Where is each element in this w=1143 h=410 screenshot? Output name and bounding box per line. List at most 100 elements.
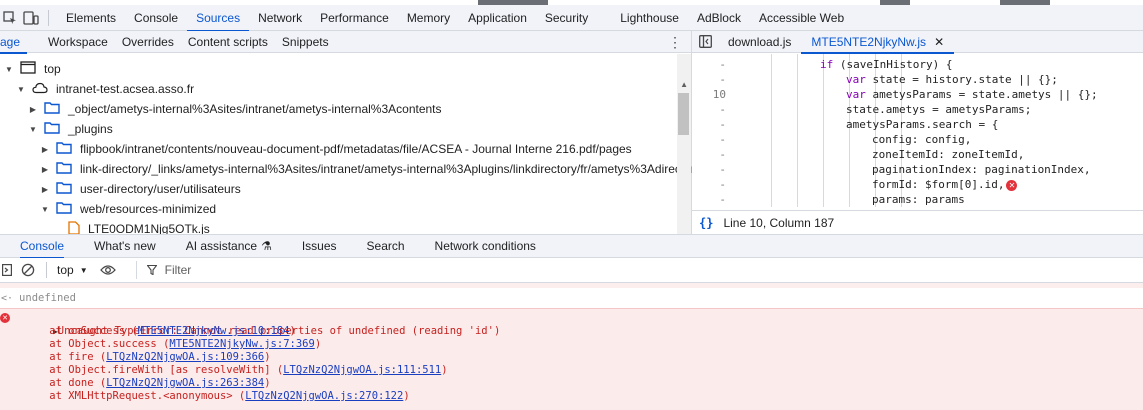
devtools-main-toolbar: Elements Console Sources Network Performance… [0,5,1143,32]
line-number[interactable]: - [692,147,752,162]
code-line[interactable]: - state.ametys = ametysParams; [692,102,1143,117]
code-line[interactable]: - if (saveInHistory) { [692,57,1143,72]
line-number[interactable]: - [692,132,752,147]
collapsed-arrow-icon[interactable]: ▶ [40,185,50,194]
navigator-tab-overrides[interactable]: Overrides [115,31,181,53]
close-icon[interactable]: ✕ [934,35,944,49]
stack-frame-text: at Object.success ( [24,338,170,350]
code-text: ametysParams.search = { [846,118,999,131]
navigator-tab-workspace[interactable]: Workspace [41,31,115,53]
filter-input[interactable]: Filter [135,261,192,279]
error-icon: ✕ [0,313,10,323]
editor-tab-download-js[interactable]: download.js [718,31,801,53]
code-line[interactable]: 10 var ametysParams = state.ametys || {}; [692,87,1143,102]
main-tab-console[interactable]: Console [125,5,187,31]
result-arrow-icon: <· [1,292,14,304]
main-tab-performance[interactable]: Performance [311,5,398,31]
tree-item-label: LTE0ODM1Njg5OTk.js [88,222,210,234]
drawer-tab-ai-assistance[interactable]: AI assistance ⚗ [176,234,282,258]
live-expression-eye-icon[interactable] [92,258,124,283]
scrollbar-thumb[interactable] [678,93,689,135]
line-number[interactable]: - [692,117,752,132]
line-number[interactable]: - [692,57,752,72]
main-tab-elements[interactable]: Elements [57,5,125,31]
source-link[interactable]: MTE5NTE2NjkyNw.js:7:369 [169,338,314,350]
toggle-navigator-icon[interactable] [692,30,718,54]
source-link[interactable]: LTQzNzQ2NjgwOA.js:263:384 [106,377,264,389]
line-number[interactable]: - [692,102,752,117]
tree-item[interactable]: ▼ web/resources-minimized [0,199,216,219]
clear-console-icon[interactable] [14,258,42,283]
main-tab-sources[interactable]: Sources [187,5,250,32]
main-tab-application[interactable]: Application [459,5,536,31]
context-select[interactable]: top ▼ [57,263,88,277]
filter-placeholder: Filter [164,263,192,277]
code-view[interactable]: - if (saveInHistory) {- var state = histor… [692,54,1143,207]
scroll-up-icon[interactable]: ▲ [680,80,688,89]
navigator-tab-content-scripts[interactable]: Content scripts [181,31,275,53]
stack-frame-text: ) [403,390,410,402]
more-options-icon[interactable]: ⋮ [668,34,682,51]
keyword: if [820,58,834,71]
tree-item[interactable]: ▶ _object/ametys-internal%3Asites/intrane… [0,99,442,119]
tree-item-label: _object/ametys-internal%3Asites/intranet… [68,102,442,116]
line-number[interactable]: - [692,72,752,87]
expanded-arrow-icon[interactable]: ▼ [40,205,50,214]
main-tab-security[interactable]: Security [536,5,597,31]
error-header[interactable]: ▶Uncaught TypeError: Cannot read propert… [15,312,500,337]
line-number[interactable]: - [692,177,752,192]
toolbar-divider [46,262,47,278]
expanded-arrow-icon[interactable]: ▼ [16,85,26,94]
code-line[interactable]: - paginationIndex: paginationIndex, [692,162,1143,177]
source-link[interactable]: LTQzNzQ2NjgwOA.js:109:366 [106,351,264,363]
drawer-tab-console[interactable]: Console [10,234,74,259]
code-line[interactable]: - params: params [692,192,1143,207]
collapsed-arrow-icon[interactable]: ▶ [40,165,50,174]
line-number[interactable]: 10 [692,87,752,102]
collapsed-arrow-icon[interactable]: ▶ [28,105,38,114]
sidebar-toggle-icon[interactable] [0,258,14,283]
pretty-print-icon[interactable]: {} [699,216,713,230]
main-tab-network[interactable]: Network [249,5,311,31]
navigator-scrollbar[interactable]: ▲ [677,54,691,234]
expanded-arrow-icon[interactable]: ▼ [28,125,38,134]
flask-icon: ⚗ [261,239,272,253]
drawer-tab-issues[interactable]: Issues [292,234,347,258]
tree-item[interactable]: ▶ flipbook/intranet/contents/nouveau-docu… [0,139,632,159]
error-marker-icon[interactable]: ✕ [1006,179,1018,191]
code-line[interactable]: - formId: $form[0].id, ✕ [692,177,1143,192]
line-number[interactable]: - [692,192,752,207]
drawer-tab-search[interactable]: Search [357,234,415,258]
main-tab-accessible-web[interactable]: Accessible Web [750,5,853,31]
line-number[interactable]: - [692,162,752,177]
tree-item[interactable]: ▼ _plugins [0,119,113,139]
tree-item[interactable]: LTE0ODM1Njg5OTk.js [0,219,210,234]
collapsed-arrow-icon[interactable]: ▶ [40,145,50,154]
source-link[interactable]: LTQzNzQ2NjgwOA.js:111:511 [283,364,441,376]
code-line[interactable]: - zoneItemId: zoneItemId, [692,147,1143,162]
source-link[interactable]: LTQzNzQ2NjgwOA.js:270:122 [245,390,403,402]
editor-tab-active-file[interactable]: MTE5NTE2NjkyNw.js ✕ [801,31,954,54]
main-tab-lighthouse[interactable]: Lighthouse [611,5,688,31]
code-line[interactable]: - ametysParams.search = { [692,117,1143,132]
main-tab-adblock[interactable]: AdBlock [688,5,750,31]
toolbar-divider [48,9,49,26]
tree-item[interactable]: ▶ link-directory/_links/ametys-internal%3… [0,159,692,179]
tree-item[interactable]: ▶ user-directory/user/utilisateurs [0,179,241,199]
sources-navigator: age Workspace Overrides Content scripts Snip… [0,31,692,234]
inspect-icon[interactable] [0,6,20,30]
main-tab-memory[interactable]: Memory [398,5,459,31]
tree-item[interactable]: ▼ top [0,59,61,79]
drawer-tab-what-s-new[interactable]: What's new [84,234,166,258]
tree-item[interactable]: ▼ intranet-test.acsea.asso.fr [0,79,194,99]
source-link[interactable]: MTE5NTE2NjkyNw.js:10:184 [138,325,290,337]
navigator-tab-snippets[interactable]: Snippets [275,31,336,53]
navigator-tab-age[interactable]: age [0,31,28,54]
cloud-icon [32,82,48,97]
code-line[interactable]: - config: config, [692,132,1143,147]
expanded-arrow-icon[interactable]: ▼ [4,65,14,74]
drawer-tab-network-conditions[interactable]: Network conditions [425,234,546,258]
code-line[interactable]: - var state = history.state || {}; [692,72,1143,87]
code-text: formId: $form[0].id, ✕ [872,177,1018,192]
device-toolbar-icon[interactable] [20,6,42,30]
